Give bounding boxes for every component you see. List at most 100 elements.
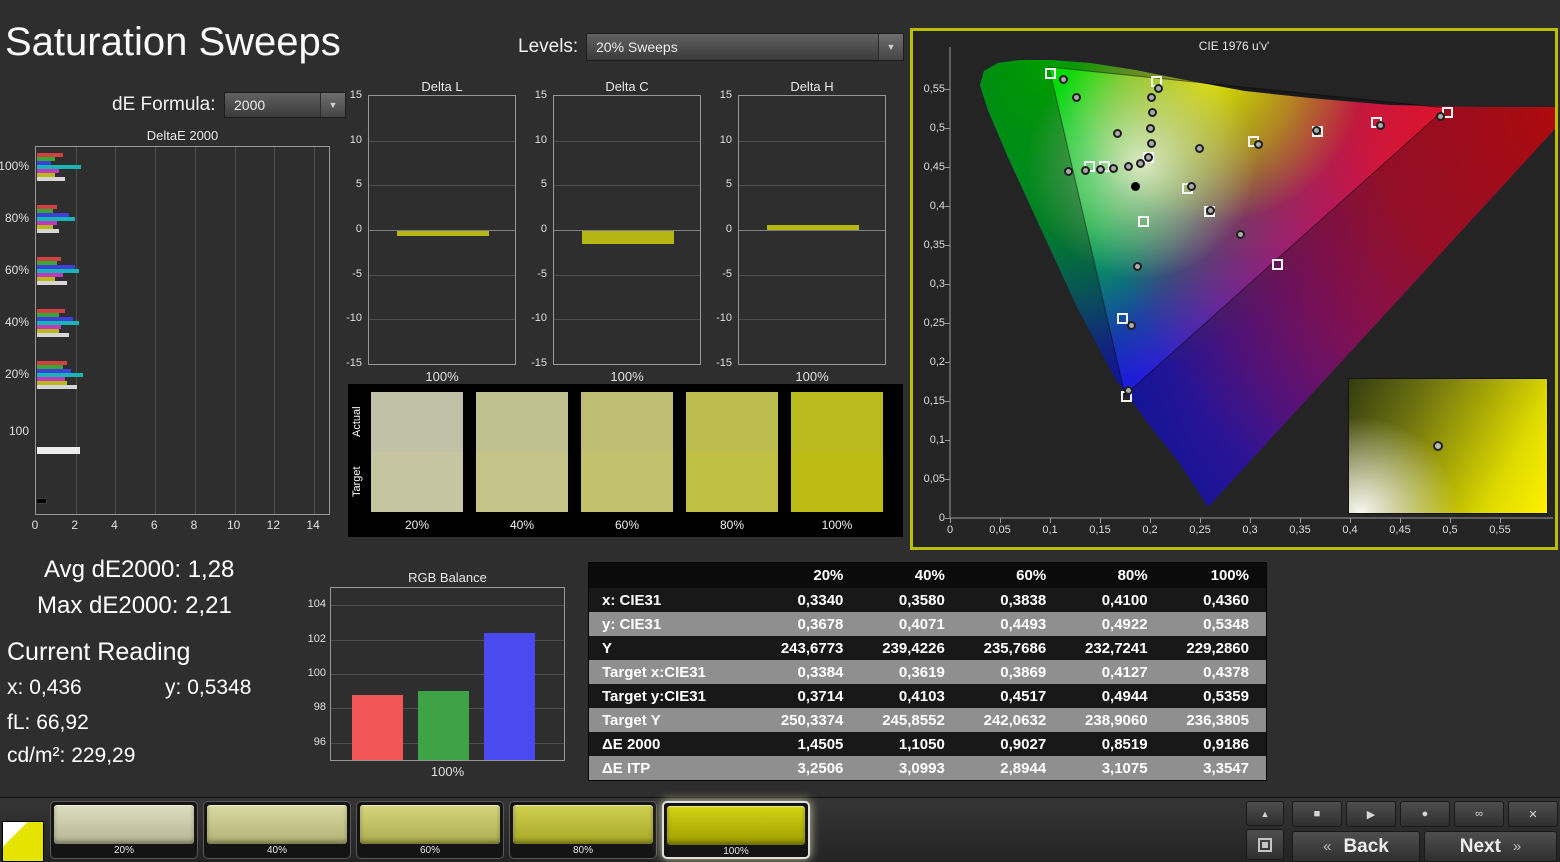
chevron-right-icon: » — [1513, 838, 1521, 855]
rgb-balance-bar-green — [418, 691, 469, 760]
patch-button-80%[interactable]: 80% — [509, 801, 657, 859]
delta-l-gridline — [369, 275, 515, 276]
y-value: 0,5348 — [187, 676, 251, 699]
current-cdm2-readout: cd/m²: 229,29 — [7, 744, 135, 768]
cie-axis-tickmark — [945, 284, 950, 285]
levels-dropdown[interactable]: 20% Sweeps ▼ — [586, 33, 904, 61]
deltae-axis-label: 40% — [5, 315, 29, 329]
swatch-percent-label: 20% — [371, 518, 463, 532]
deltae-chart — [35, 146, 330, 515]
transport-record-button[interactable]: ● — [1400, 801, 1450, 827]
chevron-down-icon: ▼ — [878, 34, 903, 60]
delta-l-yticks: 151050-5-10-15 — [340, 95, 364, 365]
cie-axis-tickmark — [945, 206, 950, 207]
transport-close-button[interactable]: ✕ — [1508, 801, 1558, 827]
table-cell: 0,3714 — [759, 688, 860, 705]
table-cell: 3,0993 — [860, 760, 961, 777]
swatch-compare-item — [791, 392, 883, 512]
cie-axis-tickmark — [945, 167, 950, 168]
table-column-header: 20% — [759, 567, 860, 584]
rgb-axis-tick: 96 — [304, 735, 326, 749]
chevron-left-icon: « — [1323, 838, 1331, 855]
cie-axis-tick: 0,4 — [915, 200, 945, 212]
target-swatch — [371, 452, 463, 512]
cie-axis-tickmark — [945, 128, 950, 129]
x-value: 0,436 — [29, 676, 82, 699]
table-cell: 0,4127 — [1063, 664, 1164, 681]
table-cell: 0,4944 — [1063, 688, 1164, 705]
deltae-axis-tick: 6 — [142, 518, 166, 532]
delta-c-yticks: 151050-5-10-15 — [525, 95, 549, 365]
deltae-bar — [37, 333, 69, 337]
table-row-label: Y — [589, 640, 759, 657]
deltae-ylabels: 100%80%60%40%20%100 — [0, 146, 32, 515]
measure-stop-button[interactable] — [1246, 829, 1284, 860]
transport-play-button[interactable]: ▶ — [1346, 801, 1396, 827]
cdm2-value: 229,29 — [71, 744, 135, 767]
table-cell: 0,5348 — [1165, 616, 1266, 633]
deltae-axis-tick: 0 — [23, 518, 47, 532]
stop-frame-icon — [1258, 838, 1272, 852]
table-cell: 0,4493 — [962, 616, 1063, 633]
cie-axis-tickmark — [945, 362, 950, 363]
delta-l-axis-tick: 15 — [340, 88, 362, 102]
table-cell: 236,3805 — [1165, 712, 1266, 729]
next-button[interactable]: Next» — [1424, 831, 1557, 862]
table-cell: 0,3619 — [860, 664, 961, 681]
delta-l-chart — [368, 95, 516, 365]
rgb-axis-tick: 100 — [304, 666, 326, 680]
table-cell: 3,3547 — [1165, 760, 1266, 777]
cie-plot-area: CIE 1976 u'v' 00,050,10,150,20,250,30,35… — [913, 31, 1555, 547]
de-formula-label: dE Formula: — [112, 94, 215, 116]
delta-h-gridline — [739, 230, 885, 231]
deltae-bar — [37, 385, 77, 389]
transport-loop-button[interactable]: ∞ — [1454, 801, 1504, 827]
table-row: ΔE 20001,45051,10500,90270,85190,9186 — [589, 732, 1266, 756]
table-cell: 0,4103 — [860, 688, 961, 705]
patch-button-60%[interactable]: 60% — [356, 801, 504, 859]
eject-button[interactable]: ▲ — [1246, 801, 1284, 826]
delta-h-gridline — [739, 275, 885, 276]
back-label: Back — [1343, 836, 1388, 858]
back-button[interactable]: « Back — [1292, 831, 1420, 862]
cie-inset-zoom — [1348, 378, 1548, 514]
swatch-compare-item — [686, 392, 778, 512]
delta-l-axis-tick: -15 — [340, 356, 362, 370]
cie-axis-tick: 0,25 — [915, 317, 945, 329]
delta-h-gridline — [739, 319, 885, 320]
rgb-axis-tick: 98 — [304, 700, 326, 714]
table-row-label: ΔE 2000 — [589, 736, 759, 753]
table-cell: 0,4517 — [962, 688, 1063, 705]
delta-h-yticks: 151050-5-10-15 — [710, 95, 734, 365]
table-row-label: x: CIE31 — [589, 592, 759, 609]
bottom-bar: 20%40%60% 80% 100% ▲ ■▶●∞✕ « Back Next» — [0, 797, 1560, 862]
de-formula-value: 2000 — [225, 97, 320, 113]
table-cell: 238,9060 — [1063, 712, 1164, 729]
patch-button-100%[interactable]: 100% — [662, 801, 810, 859]
x-label: x: — [7, 676, 23, 699]
de-formula-dropdown[interactable]: 2000 ▼ — [224, 92, 346, 118]
delta-l-value-bar — [397, 231, 489, 236]
delta-h-axis-tick: 0 — [710, 222, 732, 236]
deltae-bar — [37, 229, 59, 233]
swatch-compare-item — [476, 392, 568, 512]
table-row: Target Y250,3374245,8552242,0632238,9060… — [589, 708, 1266, 732]
table-row-label: Target y:CIE31 — [589, 688, 759, 705]
patch-button-40%[interactable]: 40% — [203, 801, 351, 859]
deltae-axis-tick: 4 — [102, 518, 126, 532]
patch-button-20%[interactable]: 20% — [50, 801, 198, 859]
table-row: Y243,6773239,4226235,7686232,7241229,286… — [589, 636, 1266, 660]
deltae-axis-tick: 10 — [222, 518, 246, 532]
avg-de2000-label: Avg dE2000: — [44, 556, 181, 583]
table-row-label: Target Y — [589, 712, 759, 729]
delta-c-gridline — [554, 185, 700, 186]
transport-stop-button[interactable]: ■ — [1292, 801, 1342, 827]
patch-swatch — [54, 805, 194, 844]
table-cell: 0,3678 — [759, 616, 860, 633]
patch-label: 80% — [513, 844, 653, 857]
fl-value: 66,92 — [36, 711, 89, 734]
table-column-header: 80% — [1063, 567, 1164, 584]
table-cell: 0,3869 — [962, 664, 1063, 681]
delta-c-gridline — [554, 141, 700, 142]
cie-axis-tickmark — [945, 323, 950, 324]
